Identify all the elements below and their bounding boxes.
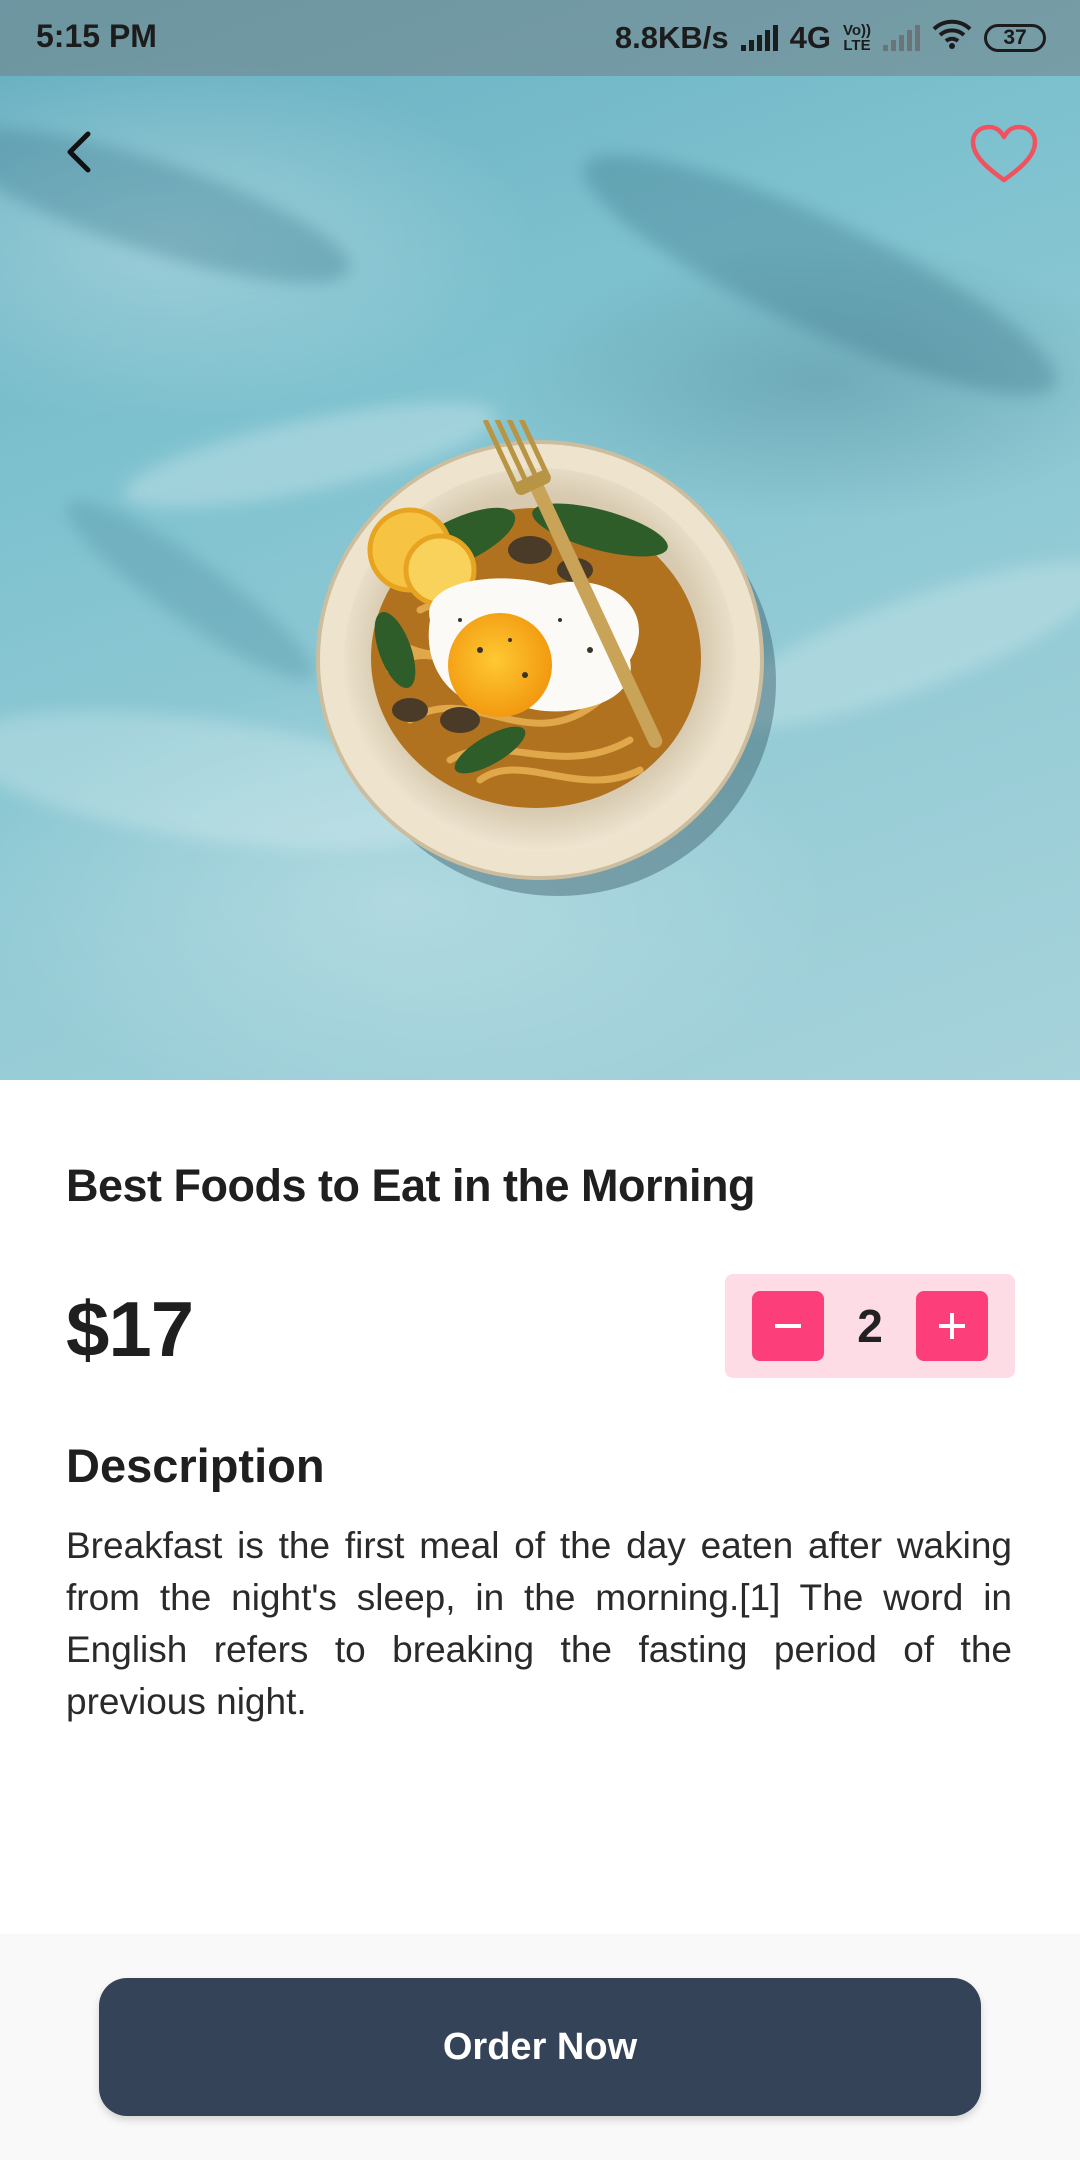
- volte-icon: Vo)) LTE: [843, 23, 871, 53]
- status-icons: 8.8KB/s 4G Vo)) LTE 37: [615, 16, 1046, 60]
- battery-icon: 37: [984, 24, 1046, 52]
- quantity-value: 2: [857, 1300, 883, 1352]
- hero-image: [0, 0, 1080, 1080]
- network-type: 4G: [789, 20, 831, 55]
- plus-icon: [939, 1313, 965, 1339]
- status-bar: 5:15 PM 8.8KB/s 4G Vo)) LTE 37: [0, 0, 1080, 76]
- battery-level: 37: [1003, 26, 1027, 49]
- order-now-button[interactable]: Order Now: [99, 1978, 981, 2116]
- description-text: Breakfast is the first meal of the day e…: [66, 1525, 1012, 1722]
- volte-top-label: Vo)): [842, 22, 871, 39]
- product-price: $17: [66, 1285, 194, 1373]
- food-plate-image: [300, 404, 780, 900]
- description-heading: Description: [66, 1439, 325, 1492]
- quantity-stepper: 2: [725, 1274, 1015, 1378]
- chevron-left-icon: [67, 131, 91, 173]
- network-speed: 8.8KB/s: [614, 20, 729, 55]
- product-title: Best Foods to Eat in the Morning: [66, 1160, 755, 1211]
- increase-quantity-button[interactable]: [916, 1291, 988, 1361]
- wifi-icon: [932, 19, 972, 57]
- back-button[interactable]: [48, 120, 112, 184]
- decrease-quantity-button[interactable]: [752, 1291, 824, 1361]
- heart-outline-icon: [970, 124, 1038, 183]
- favorite-button[interactable]: [964, 120, 1044, 190]
- signal-icon-sim2: [883, 25, 920, 51]
- minus-icon: [775, 1324, 801, 1328]
- signal-icon: [740, 25, 778, 51]
- status-time: 5:15 PM: [36, 18, 157, 54]
- volte-bottom-label: LTE: [843, 37, 871, 54]
